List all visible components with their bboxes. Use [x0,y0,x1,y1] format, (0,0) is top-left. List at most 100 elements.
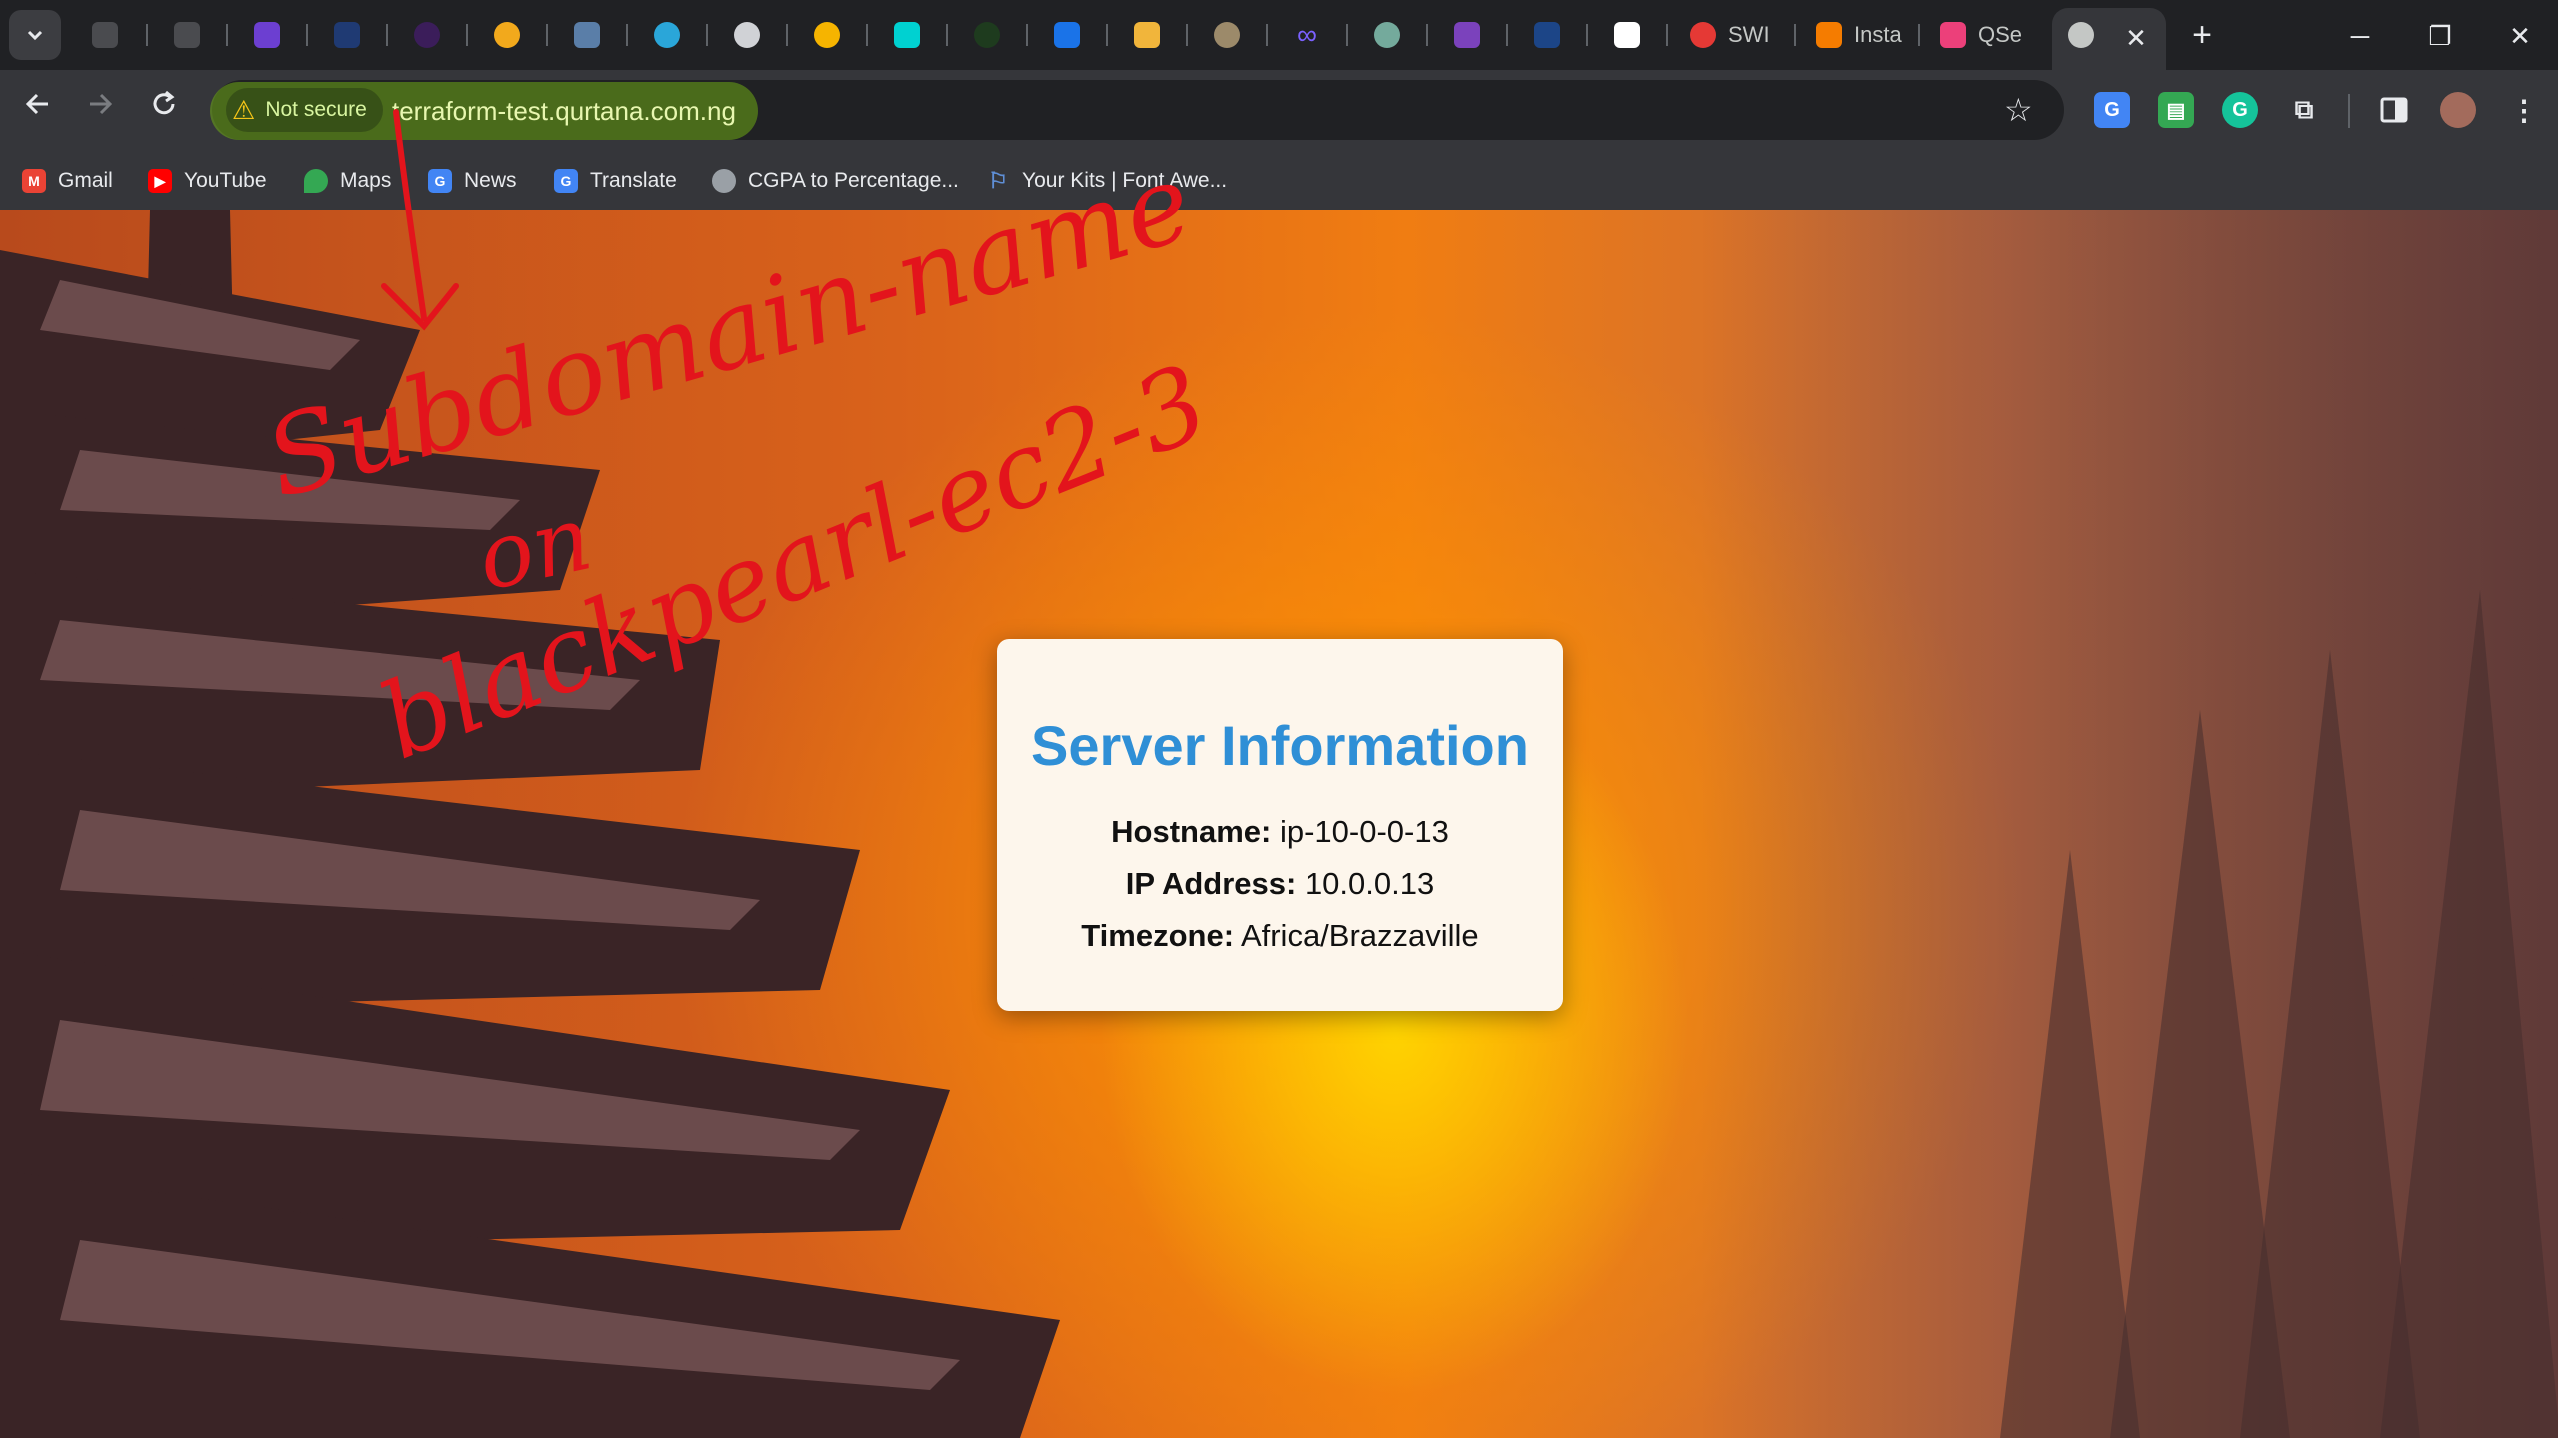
url-text[interactable]: terraform-test.qurtana.com.ng [392,96,736,127]
tab-separator [466,24,468,46]
folder-icon [174,22,200,48]
minimize-button[interactable]: ─ [2338,14,2382,58]
bookmark-cgpa[interactable]: CGPA to Percentage... [712,164,959,198]
tab-separator [1426,24,1428,46]
folder-icon [92,22,118,48]
close-window-button[interactable]: ✕ [2498,14,2542,58]
globe-icon [734,22,760,48]
pinned-tab[interactable] [326,14,368,56]
tab-separator [1106,24,1108,46]
app-icon [974,22,1000,48]
pinned-tab[interactable] [166,14,208,56]
hostname-label: Hostname: [1111,814,1272,849]
pinned-tab[interactable] [486,14,528,56]
pine-tree-image [0,210,1060,1438]
site-info-button[interactable]: ⚠ Not secure [226,88,383,132]
print-friendly-icon[interactable]: ▤ [2158,92,2194,128]
tab-separator [1026,24,1028,46]
security-label: Not secure [265,98,367,121]
tab-separator [306,24,308,46]
bookmark-youtube[interactable]: ▶ YouTube [148,164,267,198]
bookmark-label: Your Kits | Font Awe... [1022,169,1228,192]
pinned-tab[interactable] [886,14,928,56]
browser-toolbar: ⚠ Not secure terraform-test.qurtana.com.… [0,70,2558,152]
tab-favicon-icon [1940,22,1966,48]
tab-search-button[interactable] [9,10,61,60]
ip-address-label: IP Address: [1125,866,1297,901]
browser-tab[interactable]: QSe [1940,14,2032,56]
bookmark-font-awesome[interactable]: ⚐ Your Kits | Font Awe... [986,164,1227,198]
pinned-tab[interactable] [84,14,126,56]
bookmark-news[interactable]: G News [428,164,517,198]
restore-button[interactable]: ❐ [2418,14,2462,58]
pinned-tab[interactable]: ∞ [1286,14,1328,56]
warning-icon: ⚠ [232,94,256,125]
profile-avatar[interactable] [2440,92,2476,128]
extensions-icon[interactable]: ⧉ [2286,92,2322,128]
menu-icon[interactable]: ⋮ [2506,92,2542,128]
grammarly-icon[interactable]: G [2222,92,2258,128]
google-translate-icon[interactable]: G [2094,92,2130,128]
chevron-down-icon [27,30,43,41]
bookmark-label: CGPA to Percentage... [748,169,959,192]
page-viewport: Server Information Hostname: ip-10-0-0-1… [0,210,2558,1438]
infinity-icon: ∞ [1297,19,1317,50]
back-button[interactable] [16,88,60,132]
pinned-tab[interactable] [726,14,768,56]
ip-address-row: IP Address: 10.0.0.13 [997,866,1563,902]
tab-separator [866,24,868,46]
reload-icon [153,90,175,115]
reload-button[interactable] [142,88,186,132]
globe-icon [712,169,736,193]
bookmark-translate[interactable]: G Translate [554,164,677,198]
app-icon [1534,22,1560,48]
forward-button[interactable] [78,88,122,132]
flag-icon: ⚐ [988,168,1008,193]
tab-separator [786,24,788,46]
bookmark-star-icon[interactable]: ☆ [2004,90,2033,130]
tab-separator [1586,24,1588,46]
new-tab-button[interactable]: + [2182,16,2222,56]
app-icon [1214,22,1240,48]
pinned-tab[interactable] [246,14,288,56]
pinned-tab[interactable] [966,14,1008,56]
timezone-value: Africa/Brazzaville [1240,918,1479,953]
toolbar-separator [2348,94,2350,128]
gmail-icon: M [22,169,46,193]
pinned-tab[interactable] [1606,14,1648,56]
bookmark-label: YouTube [184,169,267,192]
pinned-tab[interactable] [1446,14,1488,56]
pinned-tab[interactable] [1366,14,1408,56]
tab-separator [1346,24,1348,46]
timezone-row: Timezone: Africa/Brazzaville [997,918,1563,954]
bookmarks-bar: M Gmail ▶ YouTube Maps G News G Translat… [0,152,2558,210]
app-icon [894,22,920,48]
pinned-tab[interactable] [806,14,848,56]
active-tab[interactable]: ✕ [2052,8,2166,70]
tab-strip: ∞ SWI Insta QSe ✕ + ─ ❐ ✕ [0,0,2558,70]
pinned-tab[interactable] [1206,14,1248,56]
browser-tab[interactable]: SWI [1690,14,1786,56]
bookmark-label: Gmail [58,169,113,192]
side-panel-icon[interactable] [2376,92,2412,128]
browser-tab[interactable]: Insta [1816,14,1910,56]
pinned-tab[interactable] [566,14,608,56]
maps-icon [304,169,328,193]
tab-separator [226,24,228,46]
terraform-icon [1454,22,1480,48]
pinned-tab[interactable] [1126,14,1168,56]
page-title: Server Information [1031,714,1529,777]
bookmark-maps[interactable]: Maps [304,164,391,198]
arrow-right-icon [90,93,113,115]
hostname-value: ip-10-0-0-13 [1279,814,1449,849]
pinned-tab[interactable] [1046,14,1088,56]
youtube-icon: ▶ [148,169,172,193]
eye-icon [654,22,680,48]
bookmark-label: News [464,169,517,192]
pinned-tab[interactable] [1526,14,1568,56]
pinned-tab[interactable] [406,14,448,56]
close-tab-icon[interactable]: ✕ [2120,22,2152,54]
pinned-tab[interactable] [646,14,688,56]
tab-title: SWI [1728,22,1770,47]
bookmark-gmail[interactable]: M Gmail [22,164,113,198]
